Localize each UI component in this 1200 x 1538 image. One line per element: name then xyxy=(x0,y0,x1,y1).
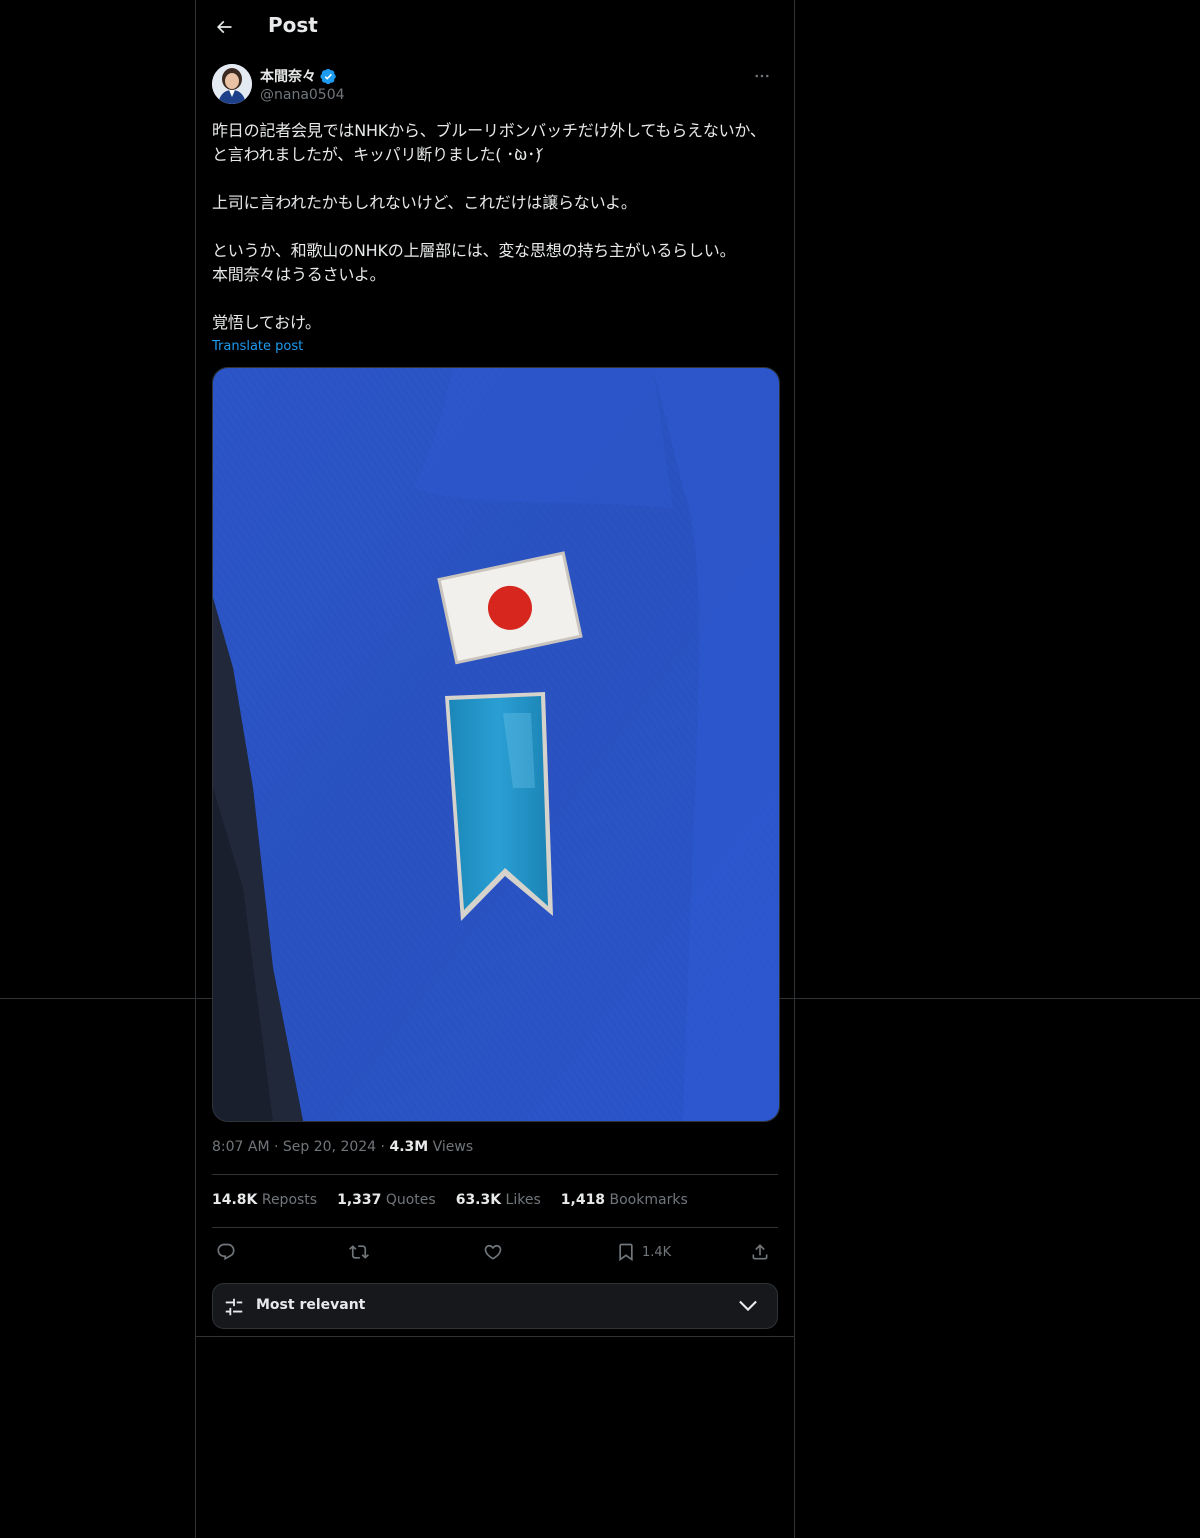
likes-stat[interactable]: 63.3K Likes xyxy=(456,1192,541,1208)
action-bar: 1.4K xyxy=(212,1238,778,1266)
bookmark-button[interactable]: 1.4K xyxy=(616,1238,671,1266)
more-options-button[interactable] xyxy=(746,64,778,88)
share-button[interactable] xyxy=(750,1238,770,1266)
bookmark-icon xyxy=(619,1243,633,1262)
page-title: Post xyxy=(268,13,318,37)
share-icon xyxy=(752,1244,768,1260)
handle[interactable]: @nana0504 xyxy=(260,87,345,103)
avatar[interactable] xyxy=(212,64,252,104)
reply-icon xyxy=(217,1243,235,1261)
post-image[interactable] xyxy=(212,367,780,1122)
meta-separator: · xyxy=(274,1139,279,1155)
chevron-down-icon xyxy=(739,1300,757,1312)
divider xyxy=(212,1227,778,1228)
divider xyxy=(212,1174,778,1175)
verified-badge-icon xyxy=(320,68,336,84)
author-row: 本間奈々 @nana0504 xyxy=(212,64,778,108)
sort-replies-dropdown[interactable]: Most relevant xyxy=(212,1283,778,1329)
reply-button[interactable] xyxy=(216,1238,236,1266)
bookmark-count: 1.4K xyxy=(642,1244,672,1260)
heart-icon xyxy=(484,1244,502,1260)
repost-icon xyxy=(349,1245,369,1259)
post-column: Post 本間奈々 @nana0504 昨日の記者会見ではNHKから、ブルーリボ… xyxy=(195,0,795,1538)
meta-separator: · xyxy=(380,1139,385,1155)
repost-button[interactable] xyxy=(349,1238,369,1266)
post-meta: 8:07 AM · Sep 20, 2024 · 4.3M Views xyxy=(212,1139,473,1155)
post-text: 昨日の記者会見ではNHKから、ブルーリボンバッチだけ外してもらえないか、と言われ… xyxy=(212,121,766,332)
views-count: 4.3M xyxy=(389,1139,429,1155)
arrow-left-icon xyxy=(216,20,232,34)
more-horizontal-icon xyxy=(755,74,769,78)
quotes-stat[interactable]: 1,337 Quotes xyxy=(337,1192,436,1208)
like-button[interactable] xyxy=(483,1238,503,1266)
header: Post xyxy=(196,0,794,54)
bookmarks-stat[interactable]: 1,418 Bookmarks xyxy=(561,1192,688,1208)
engagement-stats: 14.8K Reposts 1,337 Quotes 63.3K Likes 1… xyxy=(212,1192,688,1208)
display-name-text: 本間奈々 xyxy=(260,69,316,85)
views-label: Views xyxy=(432,1139,474,1155)
back-button[interactable] xyxy=(208,11,240,43)
post-date[interactable]: Sep 20, 2024 xyxy=(283,1139,376,1155)
post-time[interactable]: 8:07 AM xyxy=(212,1139,270,1155)
divider xyxy=(196,1336,794,1337)
sliders-icon xyxy=(225,1298,243,1316)
blue-ribbon-pin-photo xyxy=(213,368,779,1121)
reposts-stat[interactable]: 14.8K Reposts xyxy=(212,1192,317,1208)
translate-post-link[interactable]: Translate post xyxy=(212,339,303,354)
sort-label: Most relevant xyxy=(256,1297,366,1313)
display-name[interactable]: 本間奈々 xyxy=(260,66,337,86)
